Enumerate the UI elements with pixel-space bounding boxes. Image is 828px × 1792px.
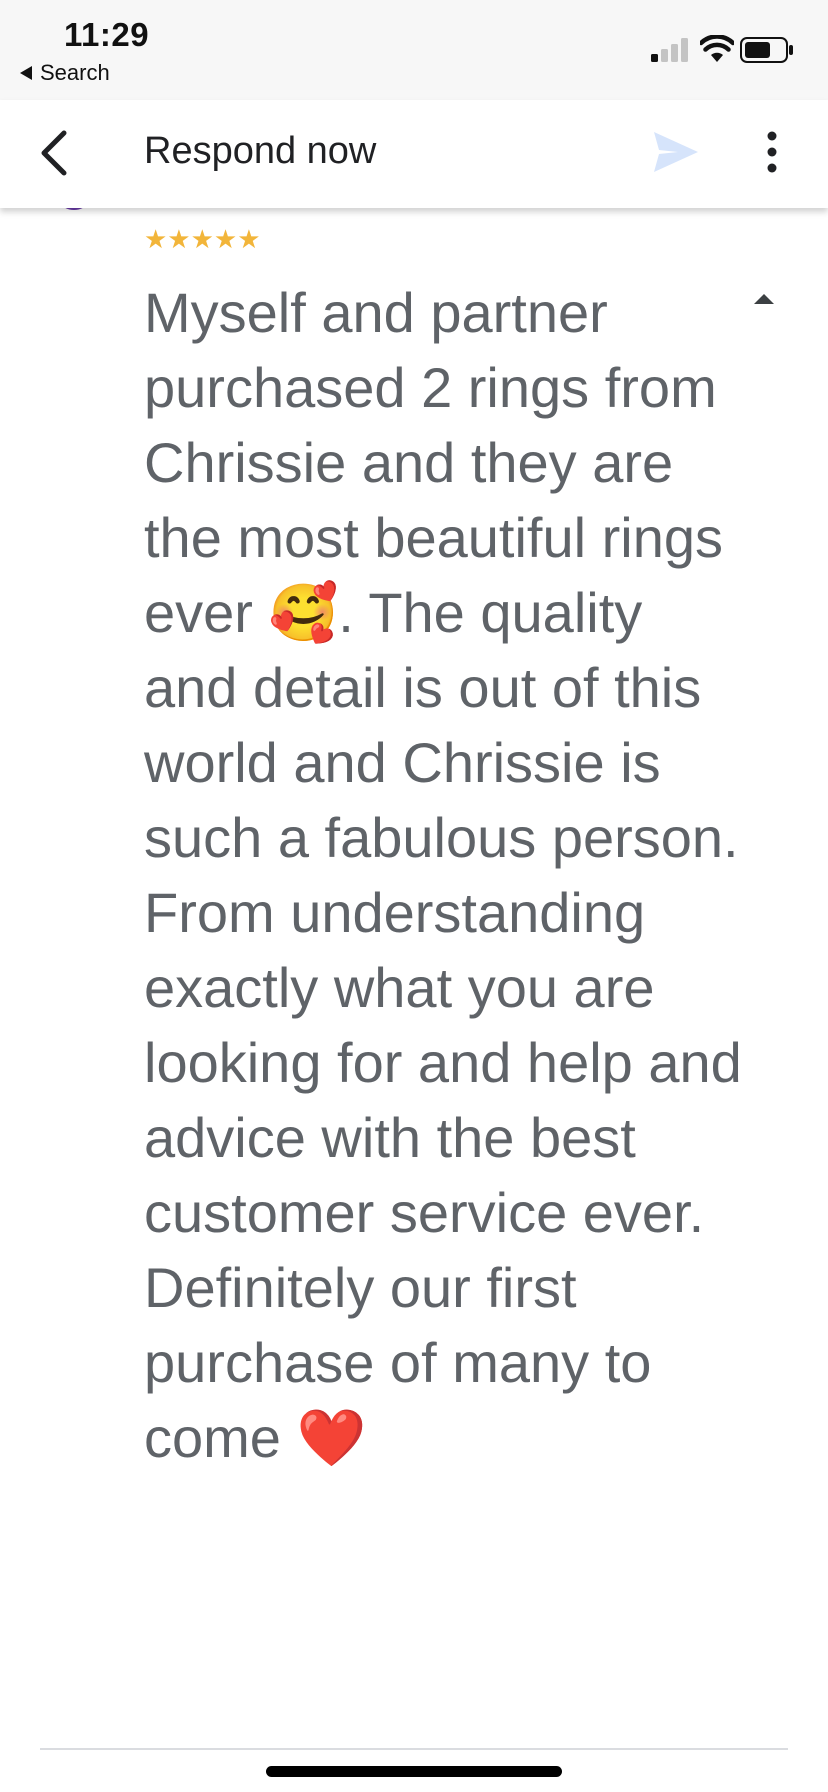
chevron-left-icon[interactable] (32, 125, 80, 181)
collapse-arrow-icon[interactable] (752, 292, 776, 306)
battery-icon (740, 37, 793, 63)
back-to-search-link[interactable]: Search (20, 60, 110, 86)
home-indicator[interactable] (266, 1766, 562, 1777)
more-vertical-icon[interactable] (760, 130, 784, 174)
page-title: Respond now (144, 130, 377, 172)
review-text: Myself and partner purchased 2 rings fro… (144, 281, 742, 1469)
screen: 11:29 Search Respond now ★★★★★ Myself an… (0, 0, 828, 1792)
divider (40, 1748, 788, 1750)
app-bar: Respond now (0, 100, 828, 208)
status-bar: 11:29 Search (0, 0, 828, 100)
status-time: 11:29 (64, 16, 150, 53)
cellular-signal-icon (651, 38, 688, 62)
send-icon[interactable] (652, 130, 700, 174)
wifi-icon (700, 35, 734, 62)
back-to-search-label: Search (40, 60, 110, 85)
back-triangle-icon (20, 66, 32, 80)
star-rating: ★★★★★ (144, 224, 261, 254)
